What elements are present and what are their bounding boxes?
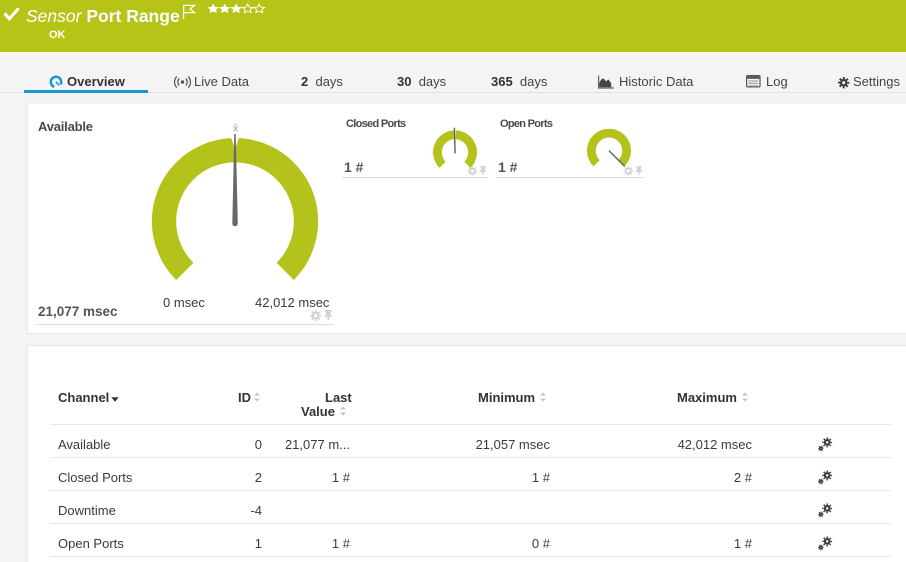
svg-text:x̄: x̄ (233, 124, 238, 135)
